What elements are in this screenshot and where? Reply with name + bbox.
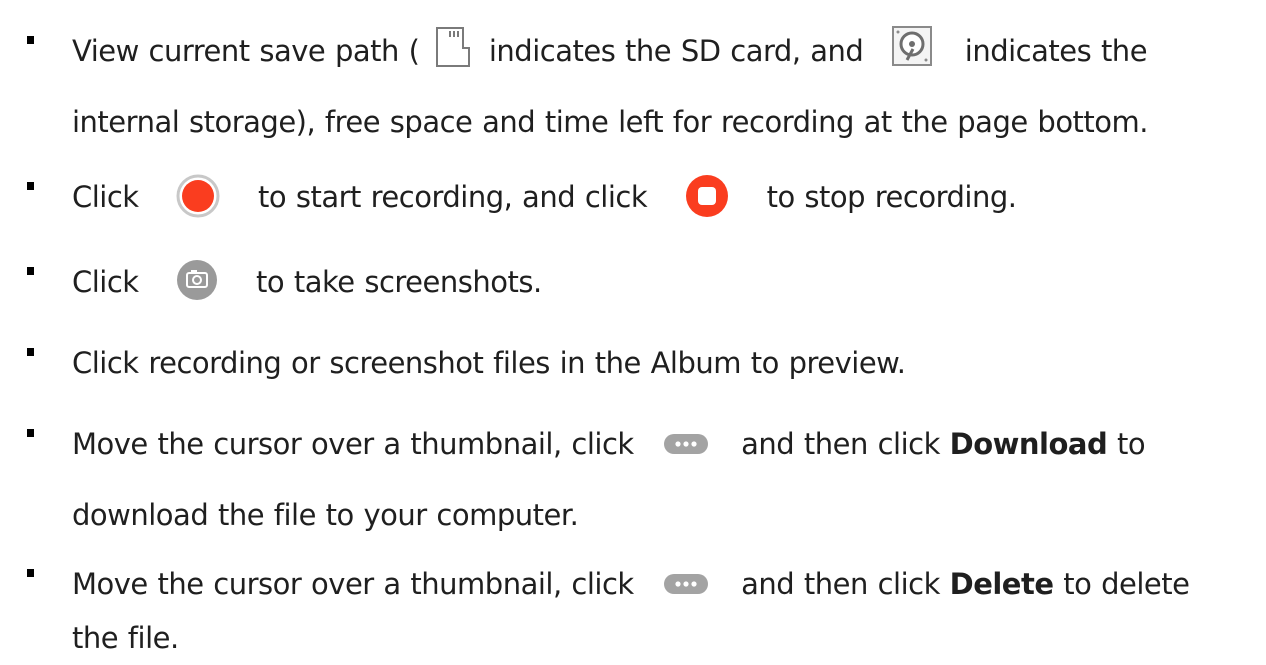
bullet — [27, 348, 34, 356]
item-text: internal storage), free space and time l… — [72, 105, 1149, 139]
item-text: to take screenshots. — [256, 265, 542, 299]
item-text: indicates the — [964, 34, 1148, 68]
item-text: Move the cursor over a thumbnail, click — [72, 567, 634, 601]
instructions-page: View current save path ( indicates the S… — [0, 0, 1266, 665]
delete-label: Delete — [949, 567, 1054, 601]
bullet — [27, 182, 34, 190]
bullet — [27, 36, 34, 44]
item-text: to stop recording. — [766, 180, 1017, 214]
download-label: Download — [949, 427, 1108, 461]
item-text: to — [1116, 427, 1146, 461]
internal-storage-icon — [891, 25, 935, 69]
item-text: to delete — [1063, 567, 1190, 601]
item-text: to start recording, and click — [258, 180, 648, 214]
item-text: Click — [72, 265, 139, 299]
bullet — [27, 429, 34, 437]
item-text: and then click — [741, 567, 940, 601]
record-icon — [176, 174, 220, 218]
stop-icon — [685, 174, 729, 218]
item-text: Move the cursor over a thumbnail, click — [72, 427, 634, 461]
item-line: Click to take screenshots. — [72, 259, 542, 305]
item-line: Move the cursor over a thumbnail, click … — [72, 561, 1190, 607]
item-text: the file. — [72, 621, 179, 655]
camera-icon — [176, 259, 218, 301]
list-item-delete: Move the cursor over a thumbnail, click … — [0, 561, 1190, 661]
item-line: View current save path ( indicates the S… — [72, 25, 1148, 74]
more-icon — [663, 433, 709, 455]
list-item-download: Move the cursor over a thumbnail, click … — [0, 421, 1146, 538]
item-text: View current save path ( — [72, 34, 420, 68]
item-text: and then click — [741, 427, 940, 461]
item-text: Click recording or screenshot files in t… — [72, 346, 906, 380]
item-text: indicates the SD card, and — [488, 34, 864, 68]
bullet — [27, 569, 34, 577]
item-line: Click to start recording, and click to s… — [72, 174, 1017, 220]
bullet — [27, 267, 34, 275]
item-text: download the file to your computer. — [72, 498, 579, 532]
more-icon — [663, 573, 709, 595]
list-item-screenshot: Click to take screenshots. — [0, 259, 542, 305]
list-item-album: Click recording or screenshot files in t… — [0, 340, 906, 386]
item-line: Move the cursor over a thumbnail, click … — [72, 421, 1146, 467]
sd-card-icon — [433, 26, 473, 68]
item-text: Click — [72, 180, 139, 214]
list-item-save-path: View current save path ( indicates the S… — [0, 25, 1149, 145]
list-item-record: Click to start recording, and click to s… — [0, 174, 1017, 220]
